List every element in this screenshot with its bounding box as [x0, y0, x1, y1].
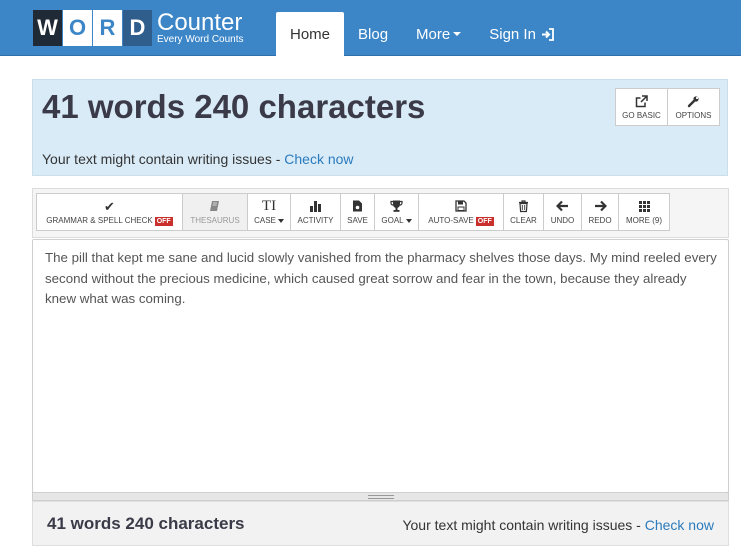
case-label: CASE	[254, 216, 276, 225]
grip-icon	[367, 494, 394, 499]
save-file-icon	[353, 200, 362, 212]
footer-stats-bar: 41 words 240 characters Your text might …	[32, 501, 729, 546]
navbar: W O R D Counter Every Word Counts Home B…	[0, 0, 741, 56]
check-now-link[interactable]: Check now	[284, 151, 353, 167]
editor-resize-handle[interactable]	[32, 492, 729, 501]
footer-check-now-link[interactable]: Check now	[645, 517, 714, 533]
case-label-wrap: CASE	[254, 216, 284, 225]
go-basic-label: GO BASIC	[622, 110, 661, 120]
autosave-off-badge: OFF	[475, 217, 494, 226]
arrow-left-icon	[556, 200, 568, 212]
more-tools-button[interactable]: MORE (9)	[618, 193, 670, 231]
footer-issues-text: Your text might contain writing issues -	[402, 517, 645, 533]
wrench-icon	[687, 95, 699, 107]
sign-in-icon	[541, 27, 554, 41]
options-button[interactable]: OPTIONS	[667, 88, 720, 126]
trash-icon	[519, 200, 528, 213]
caret-down-icon	[453, 32, 462, 36]
grid-icon	[638, 199, 650, 213]
book-icon	[210, 201, 219, 211]
save-button[interactable]: SAVE	[340, 193, 375, 231]
text-case-icon: TI	[261, 197, 277, 214]
activity-label: ACTIVITY	[297, 216, 334, 225]
checkmark-icon: ✔	[104, 198, 115, 214]
nav-signin[interactable]: Sign In	[475, 12, 569, 56]
thesaurus-button[interactable]: THESAURUS	[182, 193, 248, 231]
grammar-check-button[interactable]: ✔ GRAMMAR & SPELL CHECK OFF	[36, 193, 183, 231]
main-nav: Home Blog More Sign In	[276, 12, 569, 56]
autosave-label: AUTO-SAVE	[428, 216, 474, 225]
nav-blog[interactable]: Blog	[344, 12, 402, 56]
trophy-icon	[390, 200, 403, 212]
logo-letter-r: R	[93, 10, 122, 46]
footer-word-character-count: 41 words 240 characters	[47, 514, 245, 533]
clear-label: CLEAR	[510, 216, 537, 225]
redo-button[interactable]: REDO	[581, 193, 619, 231]
save-label: SAVE	[347, 216, 368, 225]
redo-label: REDO	[588, 216, 612, 225]
grammar-label-wrap: GRAMMAR & SPELL CHECK OFF	[46, 216, 173, 226]
view-buttons: GO BASIC OPTIONS	[615, 88, 720, 126]
autosave-label-wrap: AUTO-SAVE OFF	[428, 216, 494, 226]
footer-writing-issues-notice: Your text might contain writing issues -…	[402, 517, 714, 533]
logo-letter-d: D	[123, 10, 152, 46]
grammar-off-badge: OFF	[154, 217, 173, 226]
goal-label-wrap: GOAL	[381, 216, 412, 225]
stats-panel: 41 words 240 characters Your text might …	[32, 79, 728, 176]
nav-blog-label: Blog	[358, 25, 389, 43]
arrow-right-icon	[594, 200, 607, 212]
undo-label: UNDO	[550, 216, 575, 225]
caret-down-icon	[277, 218, 284, 223]
goal-label: GOAL	[381, 216, 404, 225]
logo-text: Counter Every Word Counts	[157, 11, 244, 45]
nav-more-label: More	[416, 25, 451, 43]
goal-button[interactable]: GOAL	[374, 193, 419, 231]
issues-text: Your text might contain writing issues -	[42, 151, 285, 167]
go-basic-button[interactable]: GO BASIC	[615, 88, 668, 126]
logo-letter-w: W	[33, 10, 62, 46]
editor-content[interactable]: The pill that kept me sane and lucid slo…	[45, 248, 721, 310]
thesaurus-label: THESAURUS	[190, 216, 240, 225]
nav-signin-label: Sign In	[489, 25, 536, 43]
options-label: OPTIONS	[675, 110, 712, 120]
activity-button[interactable]: ACTIVITY	[290, 193, 341, 231]
external-link-icon	[635, 94, 648, 107]
undo-button[interactable]: UNDO	[543, 193, 582, 231]
logo-letter-o: O	[63, 10, 92, 46]
grammar-label: GRAMMAR & SPELL CHECK	[46, 216, 153, 225]
more-tools-label: MORE (9)	[626, 216, 662, 225]
case-button[interactable]: TI CASE	[247, 193, 291, 231]
clear-button[interactable]: CLEAR	[503, 193, 544, 231]
nav-home[interactable]: Home	[276, 12, 345, 56]
floppy-disk-icon	[455, 200, 467, 212]
logo-tagline: Every Word Counts	[157, 34, 244, 45]
toolbar: ✔ GRAMMAR & SPELL CHECK OFF THESAURUS TI …	[32, 188, 729, 238]
brand-logo[interactable]: W O R D Counter Every Word Counts	[33, 10, 244, 46]
nav-more-dropdown[interactable]: More	[402, 12, 475, 56]
word-character-count: 41 words 240 characters	[42, 88, 426, 125]
auto-save-button[interactable]: AUTO-SAVE OFF	[418, 193, 504, 231]
bar-chart-icon	[310, 199, 321, 213]
text-editor[interactable]: The pill that kept me sane and lucid slo…	[32, 239, 729, 493]
writing-issues-notice: Your text might contain writing issues -…	[42, 151, 354, 167]
logo-name: Counter	[157, 9, 243, 36]
nav-home-label: Home	[290, 25, 331, 43]
caret-down-icon	[405, 218, 412, 223]
